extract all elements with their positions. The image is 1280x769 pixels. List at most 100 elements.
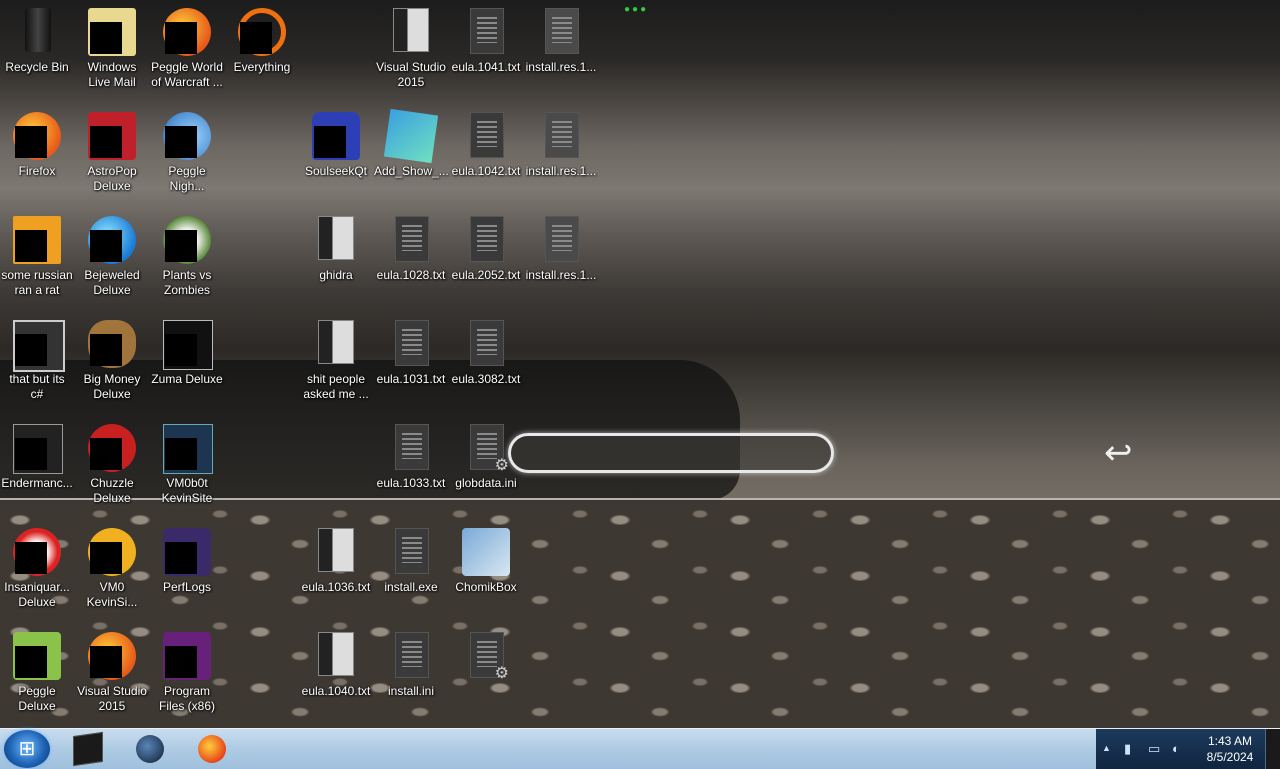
globe-icon bbox=[136, 735, 164, 763]
icon-label: Peggle Deluxe bbox=[18, 684, 56, 713]
desktop-icon-chomikbox[interactable]: Peggle Deluxe bbox=[0, 626, 74, 722]
firefox-icon bbox=[198, 735, 226, 763]
icon-label: install.res.1... bbox=[525, 164, 597, 178]
desktop-icon-globdata-ini[interactable]: globdata.ini bbox=[449, 418, 523, 514]
desktop-icon-eula-1040[interactable]: install.ini bbox=[374, 626, 448, 722]
desktop-icon-recycle-bin[interactable]: Recycle Bin bbox=[0, 2, 74, 98]
desktop-icon-install-ini[interactable] bbox=[449, 626, 523, 722]
text-file-icon bbox=[470, 320, 504, 366]
desktop-icon-vm0-kevinsi[interactable]: PerfLogs bbox=[150, 522, 224, 618]
desktop-icon-shit-people[interactable]: shit people asked me ... bbox=[299, 314, 373, 410]
icon-label: eula.1031.txt bbox=[376, 372, 446, 386]
icon-label: Visual Studio 2015 bbox=[376, 60, 446, 89]
volume-icon[interactable]: ◐ bbox=[1172, 741, 1180, 756]
desktop-icon-eula-1031[interactable]: eula.1031.txt bbox=[374, 314, 448, 410]
desktop-icon-visual-studio-2015-b[interactable]: Program Files (x86) bbox=[150, 626, 224, 722]
icon-label: eula.3082.txt bbox=[451, 372, 521, 386]
icon-label: eula.1042.txt bbox=[451, 164, 521, 178]
desktop-icon-endermanc[interactable]: Endermanc... bbox=[0, 418, 74, 514]
desktop-icon-peggle-world-of-warcraft[interactable]: Peggle World of Warcraft ... bbox=[150, 2, 224, 98]
icon-label: install.res.1... bbox=[525, 60, 597, 74]
icon-label: Windows Live Mail bbox=[87, 60, 137, 89]
desktop-icon-add-show[interactable]: Add_Show_... bbox=[374, 106, 449, 202]
desktop-icon-astropop[interactable]: AstroPop Deluxe bbox=[75, 106, 149, 202]
desktop-icon-eula-1041[interactable]: eula.1041.txt bbox=[449, 2, 523, 98]
icon-label: Firefox bbox=[18, 164, 56, 178]
desktop-icon-perflogs[interactable]: eula.1036.txt bbox=[299, 522, 373, 618]
icon-label: Peggle Nigh... bbox=[168, 164, 206, 193]
return-arrow-icon: ↩ bbox=[1104, 434, 1133, 472]
desktop-icon-insaniquarium[interactable]: VM0 KevinSi... bbox=[75, 522, 149, 618]
desktop-icon-vm0b0t-kevinsite[interactable]: VM0b0t KevinSite bbox=[150, 418, 224, 514]
icon-label: VM0 KevinSi... bbox=[86, 580, 138, 609]
icon-label: Insaniquar... Deluxe bbox=[4, 580, 70, 609]
desktop-icon-soulseekqt[interactable]: SoulseekQt bbox=[299, 106, 373, 202]
text-file-icon bbox=[395, 320, 429, 366]
taskbar-app-explorer[interactable] bbox=[62, 731, 114, 767]
desktop-icon-eula-1036[interactable]: install.exe bbox=[374, 522, 448, 618]
icon-label: eula.1036.txt bbox=[301, 580, 371, 594]
icon-label: shit people asked me ... bbox=[303, 372, 369, 401]
desktop-icon-firefox[interactable]: Firefox bbox=[0, 106, 74, 202]
icon-label: Big Money Deluxe bbox=[83, 372, 141, 401]
icon-label: eula.1028.txt bbox=[376, 268, 446, 282]
desktop-icon-install-exe[interactable]: ChomikBox bbox=[449, 522, 523, 618]
icon-label: globdata.ini bbox=[455, 476, 517, 490]
icon-label: Chuzzle Deluxe bbox=[90, 476, 134, 505]
desktop-icon-eula-3082[interactable]: eula.3082.txt bbox=[449, 314, 523, 410]
network-icon[interactable]: ▭ bbox=[1148, 741, 1160, 757]
desktop-icon-chuzzle[interactable]: Chuzzle Deluxe bbox=[75, 418, 149, 514]
desktop[interactable]: ↩ ●●● Recycle Bin Firefox some russian r… bbox=[0, 0, 1280, 728]
icon-label: eula.1040.txt bbox=[301, 684, 371, 698]
desktop-icon-big-money[interactable]: Big Money Deluxe bbox=[75, 314, 149, 410]
text-file-icon bbox=[395, 528, 429, 574]
icon-label: install.ini bbox=[387, 684, 435, 698]
desktop-icon-that-but-its-csharp[interactable]: that but its c# bbox=[0, 314, 74, 410]
desktop-icon-program-files-x86[interactable]: eula.1040.txt bbox=[299, 626, 373, 722]
clock-time: 1:43 AM bbox=[1207, 734, 1253, 748]
text-file-icon bbox=[470, 216, 504, 262]
desktop-icon-peggle-deluxe[interactable]: Visual Studio 2015 bbox=[75, 626, 149, 722]
taskbar-app-globe[interactable] bbox=[124, 733, 176, 765]
explorer-icon bbox=[73, 731, 103, 767]
settings-file-icon bbox=[470, 632, 509, 683]
taskbar: ⊞ ▲ ▮ ▭ ◐ 1:43 AM 8/5/2024 bbox=[0, 728, 1280, 769]
folder-icon bbox=[318, 632, 354, 676]
desktop-icon-install-res-1[interactable]: install.res.1... bbox=[524, 2, 598, 98]
text-file-icon bbox=[470, 112, 504, 158]
text-file-icon bbox=[395, 424, 429, 470]
desktop-icon-ghidra[interactable]: ghidra bbox=[299, 210, 373, 306]
desktop-icon-windows-live-mail[interactable]: Windows Live Mail bbox=[75, 2, 149, 98]
windows-start-icon[interactable]: ⊞ bbox=[4, 730, 50, 768]
desktop-icon-eula-1028[interactable]: eula.1028.txt bbox=[374, 210, 448, 306]
icon-label: some russian ran a rat bbox=[1, 268, 73, 297]
icon-label: Visual Studio 2015 bbox=[77, 684, 147, 713]
folder-icon bbox=[318, 528, 354, 572]
show-hidden-icons-chevron-icon[interactable]: ▲ bbox=[1102, 743, 1111, 753]
taskbar-app-firefox[interactable] bbox=[186, 733, 238, 765]
desktop-icon-peggle-nights[interactable]: Peggle Nigh... bbox=[150, 106, 224, 202]
icon-label: PerfLogs bbox=[162, 580, 212, 594]
desktop-icon-zuma-deluxe[interactable]: Zuma Deluxe bbox=[150, 314, 224, 410]
icon-label: eula.2052.txt bbox=[451, 268, 521, 282]
desktop-icon-eula-1033[interactable]: eula.1033.txt bbox=[374, 418, 448, 514]
icon-label: Program Files (x86) bbox=[158, 684, 215, 713]
icon-label: Recycle Bin bbox=[5, 60, 69, 74]
resource-file-icon bbox=[545, 8, 579, 54]
desktop-icon-install-res-3[interactable]: install.res.1... bbox=[524, 210, 598, 306]
desktop-icon-some-russian[interactable]: some russian ran a rat bbox=[0, 210, 74, 306]
desktop-icon-bejeweled[interactable]: Bejeweled Deluxe bbox=[75, 210, 149, 306]
security-icon[interactable]: ▮ bbox=[1124, 741, 1131, 757]
desktop-icon-visual-studio-2015-a[interactable]: Visual Studio 2015 bbox=[374, 2, 448, 98]
desktop-icon-everything[interactable]: Everything bbox=[225, 2, 299, 98]
show-desktop-button[interactable] bbox=[1265, 729, 1280, 769]
desktop-icon-none-of-you[interactable]: Insaniquar... Deluxe bbox=[0, 522, 74, 618]
recycle-bin-icon bbox=[25, 8, 51, 52]
installer-icon bbox=[462, 528, 510, 576]
desktop-icon-plants-vs-zombies[interactable]: Plants vs Zombies bbox=[150, 210, 224, 306]
desktop-icon-install-res-2[interactable]: install.res.1... bbox=[524, 106, 598, 202]
clock[interactable]: 1:43 AM 8/5/2024 bbox=[1198, 733, 1262, 765]
desktop-icon-eula-1042[interactable]: eula.1042.txt bbox=[449, 106, 523, 202]
desktop-icon-eula-2052[interactable]: eula.2052.txt bbox=[449, 210, 523, 306]
icon-label: eula.1041.txt bbox=[451, 60, 521, 74]
